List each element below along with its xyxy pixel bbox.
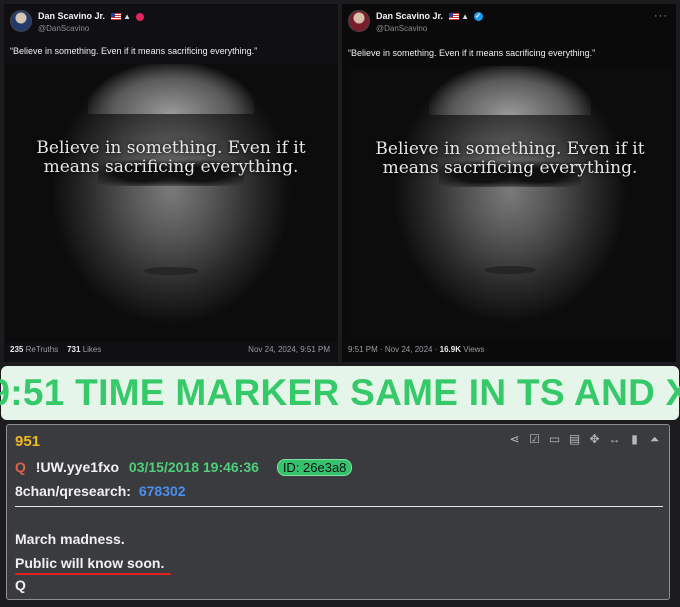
badge-icon	[135, 12, 144, 21]
x-post: Dan Scavino Jr. ▲ ✓ @DanScavino ··· “Bel…	[342, 4, 676, 362]
eagle-icon: ▲	[123, 12, 131, 21]
post-timestamp[interactable]: 9:51 PM · Nov 24, 2024 ·	[348, 345, 437, 354]
drop-line-2: Public will know soon.	[15, 555, 165, 571]
author-handle[interactable]: @DanScavino	[376, 24, 427, 33]
truth-social-post: Dan Scavino Jr. ▲ @DanScavino “Believe i…	[4, 4, 338, 362]
author-label: Dan Scavino Jr.	[38, 11, 106, 21]
move-icon[interactable]: ✥	[588, 433, 601, 446]
vr-icon[interactable]: ▭	[548, 433, 561, 446]
drop-meta: Q !UW.yye1fxo 03/15/2018 19:46:36 ID: 26…	[15, 459, 353, 476]
poster-id: ID: 26e3a8	[276, 459, 353, 476]
us-flag-icon	[110, 13, 121, 21]
headline-text: 9:51 TIME MARKER SAME IN TS AND X	[0, 372, 680, 413]
likes-count[interactable]: 731	[67, 345, 80, 354]
eagle-icon: ▲	[461, 12, 469, 21]
avatar[interactable]	[348, 10, 370, 32]
author-name[interactable]: Dan Scavino Jr. ▲ ✓	[376, 11, 483, 22]
image-quote-line1: Believe in something. Even if it	[36, 138, 306, 159]
tripcode: !UW.yye1fxo	[35, 459, 120, 475]
image-hair	[429, 66, 591, 116]
more-icon[interactable]: ···	[654, 10, 668, 22]
image-hair	[88, 64, 254, 115]
verified-icon: ✓	[473, 12, 483, 22]
post-footer: 235 ReTruths 731 Likes Nov 24, 2024, 9:5…	[10, 345, 330, 354]
post-date[interactable]: Nov 24, 2024, 9:51 PM	[248, 345, 330, 354]
author-name[interactable]: Dan Scavino Jr. ▲	[38, 11, 144, 21]
drop-number: 951	[15, 433, 41, 450]
share-icon[interactable]: ⋖	[508, 433, 521, 446]
post-header: Dan Scavino Jr. ▲ ✓ @DanScavino ···	[342, 4, 676, 44]
drop-line-1: March madness.	[15, 531, 125, 547]
q-drop-card: 951 ⋖ ☑ ▭ ▤ ✥ ↔ ▮ ⏶ Q !UW.yye1fxo 03/15/…	[6, 424, 670, 600]
image-quote-line1: Believe in something. Even if it	[375, 138, 645, 159]
us-flag-icon	[448, 13, 459, 21]
image-quote-line2: means sacrificing everything.	[43, 157, 299, 178]
views-label: Views	[463, 345, 485, 354]
board-post-link[interactable]: 678302	[139, 483, 186, 499]
clipboard-icon[interactable]: ▮	[628, 433, 641, 446]
author-label: Dan Scavino Jr.	[376, 11, 444, 21]
image-quote-line2: means sacrificing everything.	[382, 157, 638, 178]
post-image[interactable]: Believe in something. Even if it means s…	[348, 66, 672, 340]
post-image[interactable]: Believe in something. Even if it means s…	[5, 64, 337, 342]
image-quote: Believe in something. Even if it means s…	[348, 138, 672, 178]
avatar[interactable]	[10, 10, 32, 32]
views-count: 16.9K	[439, 345, 461, 354]
board-name: 8chan/qresearch:	[15, 483, 131, 499]
post-header: Dan Scavino Jr. ▲ @DanScavino	[4, 4, 338, 44]
likes-label: Likes	[82, 345, 102, 354]
author-handle[interactable]: @DanScavino	[38, 24, 89, 33]
post-footer: 9:51 PM · Nov 24, 2024 · 16.9K Views	[348, 345, 668, 354]
image-mouth	[484, 266, 536, 275]
post-text: “Believe in something. Even if it means …	[10, 46, 258, 56]
q-letter: Q	[15, 459, 26, 475]
check-icon[interactable]: ☑	[528, 433, 541, 446]
red-underline	[15, 573, 171, 575]
up-icon[interactable]: ⏶	[648, 433, 661, 446]
image-quote: Believe in something. Even if it means s…	[5, 139, 337, 177]
drop-signature: Q	[15, 577, 26, 593]
retruths-label: ReTruths	[25, 345, 59, 354]
board-source: 8chan/qresearch: 678302	[15, 483, 186, 499]
image-mouth	[144, 266, 198, 276]
retruths-count[interactable]: 235	[10, 345, 23, 354]
drop-toolbar: ⋖ ☑ ▭ ▤ ✥ ↔ ▮ ⏶	[508, 433, 661, 446]
drop-datetime: 03/15/2018 19:46:36	[128, 459, 259, 475]
divider	[15, 506, 663, 507]
headline-banner: 9:51 TIME MARKER SAME IN TS AND X	[0, 366, 680, 420]
arrows-icon[interactable]: ↔	[608, 433, 621, 446]
doc-icon[interactable]: ▤	[568, 433, 581, 446]
post-text: “Believe in something. Even if it means …	[348, 48, 596, 58]
